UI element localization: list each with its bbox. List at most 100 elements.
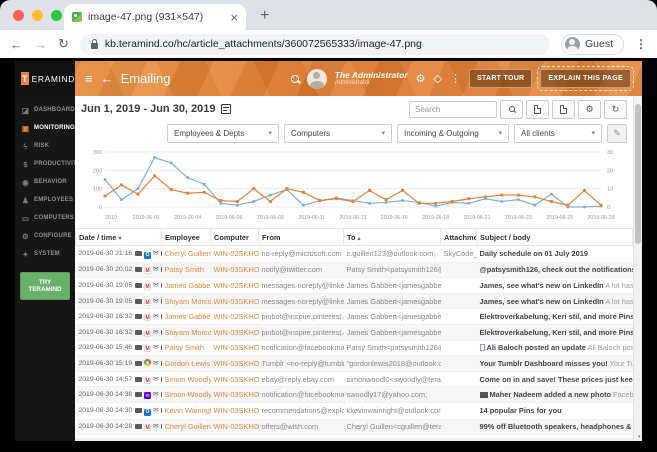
sidebar-item-productivity[interactable]: $ PRODUCTIVITY	[15, 155, 81, 173]
filter-select-employees-depts[interactable]: Employees & Depts ▾	[167, 123, 279, 143]
data-point	[169, 188, 173, 192]
filter-select-direction[interactable]: Incoming & Outgoing ▾	[397, 123, 509, 143]
table-row[interactable]: 2019-06-30 16:32 M ✉ Shiyam Morcos WIN-03SK…	[75, 324, 633, 341]
forward-icon[interactable]: →	[34, 37, 47, 52]
back-arrow-icon[interactable]: ←	[101, 71, 114, 86]
cell-computer[interactable]: WIN-02SKHO...	[210, 419, 259, 436]
search-icon[interactable]	[290, 74, 299, 83]
sidebar-item-dashboards[interactable]: ◪ DASHBOARDS	[15, 101, 79, 119]
table-row[interactable]: 2019-06-30 19:05 M ✉ James Gabbert WIN-02SK…	[75, 277, 633, 294]
envelope-icon: ✉	[153, 249, 159, 257]
table-row[interactable]: 2019-06-30 20:02 M✉Patsy SmithWIN-03SKHO…	[75, 262, 633, 279]
close-window-button[interactable]	[13, 10, 24, 21]
avatar[interactable]	[306, 68, 327, 89]
table-row[interactable]: 2019-06-30 16:32 M ✉ James Gabbert WIN-02SK…	[75, 308, 633, 325]
cell-computer[interactable]: WIN-03SKHO...	[210, 402, 259, 420]
filter-select-clients[interactable]: All clients ▾	[514, 123, 602, 143]
cell-employee[interactable]: Patsy Smith	[161, 340, 211, 357]
header-kebab-icon[interactable]: ⋮	[450, 72, 461, 85]
column-header-subject-body[interactable]: Subject / body	[476, 228, 633, 246]
sidebar-item-employees[interactable]: ♟ EMPLOYEES	[15, 191, 75, 209]
column-header-from[interactable]: From	[258, 228, 344, 246]
sidebar-item-monitoring[interactable]: ▣ MONITORING	[15, 119, 75, 137]
cell-employee[interactable]: Patsy Smith	[161, 262, 211, 279]
cell-employee[interactable]: Kevin Wainright	[161, 402, 211, 420]
cell-computer[interactable]: WIN-03SKHO...	[210, 355, 259, 372]
column-header-attachments[interactable]: Attachments	[440, 228, 477, 246]
table-row[interactable]: 2019-06-30 14:38 Y! ✉ Simon Woodly WIN-03SK…	[75, 386, 633, 403]
toolbar: Jun 1, 2019 - Jun 30, 2019 ⚙ ↻	[75, 96, 633, 122]
data-point	[351, 200, 355, 203]
cell-employee[interactable]: Shiyam Morcos	[161, 293, 211, 310]
main-panel: Jun 1, 2019 - Jun 30, 2019 ⚙ ↻ Employees …	[75, 96, 642, 441]
table-row[interactable]: 2019-06-30 14:28 M ✉ Cheryl Guillen WIN-02S…	[75, 419, 633, 436]
table-row[interactable]: 2019-06-30 14:57 M ✉ Simon Woodly WIN-03SKH…	[75, 371, 633, 388]
table-row[interactable]: 2019-06-30 21:16 O ✉ Cheryl Guillen WIN-02S…	[75, 245, 633, 263]
table-row[interactable]: 2019-06-30 15:19 ✉Gordon LewisWIN-03SKHO…	[75, 355, 633, 372]
minimize-window-button[interactable]	[32, 10, 43, 21]
export-data-button[interactable]	[552, 99, 575, 119]
cell-computer[interactable]: WIN-03SKHO...	[210, 340, 259, 357]
browser-tab[interactable]: image-47.png (931×547) ×	[64, 4, 246, 30]
cell-computer[interactable]: WIN-03SKHO...	[210, 386, 259, 403]
cell-computer[interactable]: WIN-03SKHO...	[210, 293, 259, 310]
sidebar-item-configure[interactable]: ⚙ CONFIGURE	[15, 227, 75, 245]
try-teramind-button[interactable]: TRY TERAMIND	[20, 272, 70, 300]
export-report-button[interactable]	[526, 99, 549, 119]
cell-computer[interactable]: WIN-03SKHO...	[210, 262, 259, 279]
zoom-window-button[interactable]	[51, 10, 62, 21]
cell-computer[interactable]: WIN-03SKHO...	[210, 371, 259, 388]
cell-employee[interactable]: James Gabbert	[161, 308, 211, 325]
cell-employee[interactable]: James Gabbert	[161, 277, 211, 294]
cell-employee[interactable]: Simon Woodly	[161, 371, 211, 388]
cell-computer[interactable]: WIN-02SKHO...	[210, 277, 259, 294]
browser-menu-icon[interactable]: ⋮	[635, 37, 647, 51]
calendar-icon[interactable]	[220, 104, 231, 114]
photo-icon	[479, 392, 488, 399]
date-range[interactable]: Jun 1, 2019 - Jun 30, 2019	[81, 103, 216, 115]
url-field[interactable]: kb.teramind.co/hc/article_attachments/36…	[79, 33, 550, 55]
cell-computer[interactable]: WIN-02SKHO...	[210, 308, 259, 325]
cell-employee[interactable]: Cheryl Guillen	[161, 419, 211, 436]
refresh-button[interactable]: ↻	[604, 99, 627, 119]
hamburger-menu-icon[interactable]: ≡	[85, 71, 93, 86]
new-tab-button[interactable]: +	[260, 7, 269, 25]
search-input[interactable]	[409, 100, 497, 118]
start-tour-button[interactable]: START TOUR	[468, 69, 533, 88]
sidebar-item-computers[interactable]: ▭ COMPUTERS	[15, 209, 75, 227]
horizontal-scrollbar[interactable]	[75, 438, 633, 441]
sidebar-item-risk[interactable]: ϟ RISK	[15, 137, 75, 155]
column-header-to[interactable]: To ▴	[343, 228, 441, 246]
cell-employee[interactable]: Shiyam Morcos	[161, 324, 211, 341]
back-icon[interactable]: ←	[10, 37, 23, 52]
search-button[interactable]	[500, 99, 523, 119]
table-row[interactable]: 2019-06-30 19:05 M ✉ Shiyam Morcos WIN-03SK…	[75, 293, 633, 310]
cell-employee[interactable]: Simon Woodly	[161, 386, 211, 403]
profile-button[interactable]: Guest	[560, 33, 624, 55]
help-icon[interactable]: ◇	[433, 72, 441, 85]
cell-computer[interactable]: WIN-03SKHO...	[210, 324, 259, 341]
column-header-computer[interactable]: Computer	[210, 228, 259, 246]
sidebar-item-system[interactable]: ✦ SYSTEM	[15, 245, 75, 263]
table-row[interactable]: 2019-06-30 15:46 M✉Patsy SmithWIN-03SKHO…	[75, 340, 633, 357]
scrollbar-down-icon[interactable]: ▾	[638, 434, 641, 440]
settings-button[interactable]: ⚙	[578, 99, 601, 119]
table-row[interactable]: 2019-06-30 14:30 O✉Kevin WainrightWIN-03…	[75, 402, 633, 420]
cell-employee[interactable]: Gordon Lewis	[161, 355, 211, 372]
column-header-date-time[interactable]: Date / time ▾	[75, 228, 162, 246]
scrollbar-thumb[interactable]	[635, 104, 641, 244]
cell-employee[interactable]: Cheryl Guillen	[161, 245, 211, 263]
sidebar-item-behavior[interactable]: ◉ BEHAVIOR	[15, 173, 75, 191]
filter-select-computers[interactable]: Computers ▾	[284, 123, 392, 143]
cell-attachments: SkyCode_32p...	[440, 245, 477, 263]
column-header-employee[interactable]: Employee	[161, 228, 211, 246]
cell-computer[interactable]: WIN-02SKHO...	[210, 245, 259, 263]
camera-icon	[160, 267, 162, 273]
vertical-scrollbar[interactable]: ▾	[633, 96, 642, 441]
email-activity-chart: 0 100 200 300 0 10 20 30 2019.. 2019-06-01 2019-06…	[75, 146, 633, 228]
tab-close-icon[interactable]: ×	[230, 10, 238, 25]
reload-icon[interactable]: ↻	[58, 36, 69, 52]
gear-icon[interactable]: ⚙	[416, 72, 426, 85]
attachment-filter-button[interactable]: ✎	[607, 123, 627, 143]
explain-page-button[interactable]: EXPLAIN THIS PAGE	[537, 66, 634, 91]
